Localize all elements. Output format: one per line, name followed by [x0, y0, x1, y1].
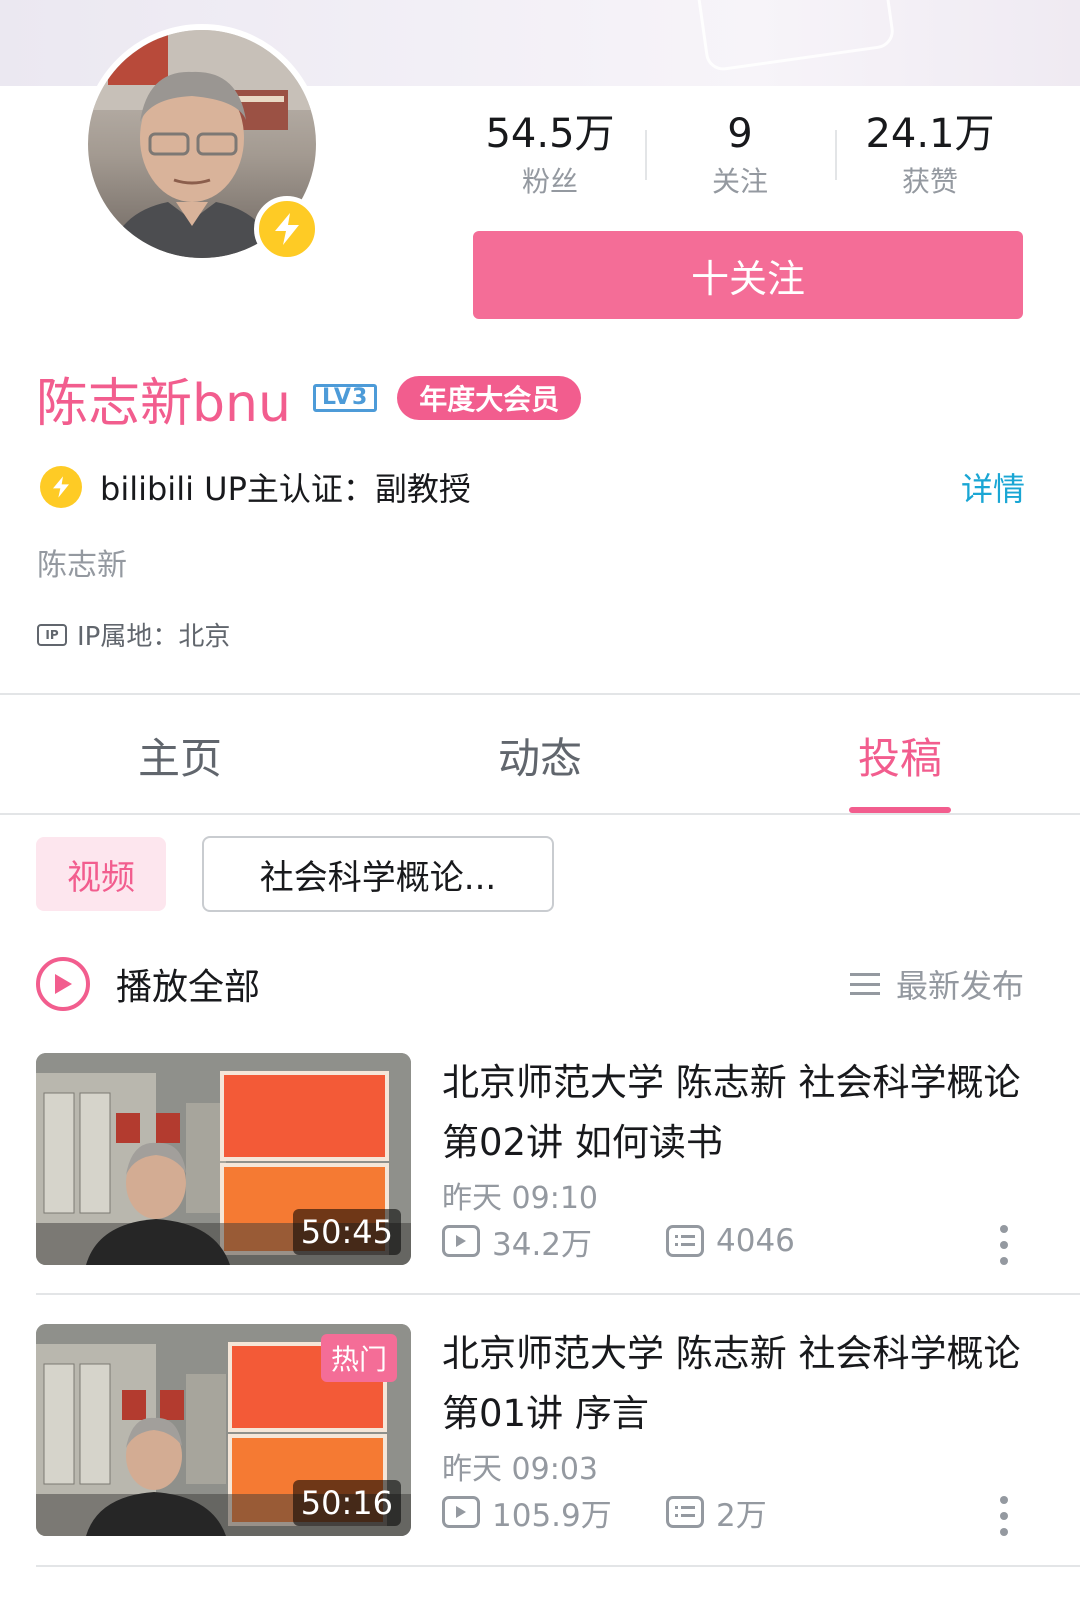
play-all-row: 播放全部 最新发布 [36, 952, 1024, 1016]
stat-label: 粉丝 [521, 165, 578, 198]
video-title[interactable]: 北京师范大学 陈志新 社会科学概论 第02讲 如何读书 [442, 1053, 1022, 1173]
hot-badge: 热门 [320, 1334, 397, 1382]
profile-stats: 54.5万 粉丝 9 关注 24.1万 获赞 [455, 108, 1025, 208]
danmaku-count: 2万 [666, 1490, 767, 1535]
more-options-icon[interactable] [996, 1225, 1012, 1265]
video-date: 昨天 09:03 [442, 1452, 598, 1487]
play-icon [55, 974, 72, 994]
play-all-button[interactable] [36, 957, 90, 1011]
profile-tabs: 主页 动态 投稿 [0, 697, 1080, 813]
ip-location-text: IP属地：北京 [77, 622, 231, 652]
video-item[interactable]: 热门 50:16 北京师范大学 陈志新 社会科学概论 第01讲 序言 昨天 09… [36, 1324, 1024, 1536]
tab-uploads[interactable]: 投稿 [720, 697, 1080, 813]
play-count-icon [442, 1225, 480, 1257]
play-count-value: 34.2万 [492, 1226, 593, 1263]
ip-location: IP IP属地：北京 [37, 616, 230, 653]
user-signature: 陈志新 [37, 548, 127, 583]
details-link[interactable]: 详情 [961, 464, 1025, 510]
play-count: 34.2万 [442, 1219, 666, 1264]
filter-chip-series[interactable]: 社会科学概论... [202, 836, 554, 912]
banner-decoration [693, 0, 897, 73]
video-duration: 50:16 [292, 1480, 401, 1526]
tab-home[interactable]: 主页 [0, 697, 360, 813]
follow-button[interactable]: 十关注 [473, 231, 1023, 319]
list-sort-icon [849, 973, 880, 995]
video-stats: 34.2万 4046 [442, 1219, 795, 1263]
verification-row: bilibili UP主认证：副教授 详情 [40, 462, 1025, 512]
danmaku-count: 4046 [666, 1223, 795, 1259]
stat-value: 24.1万 [865, 111, 995, 157]
video-duration: 50:45 [292, 1209, 401, 1255]
more-options-icon[interactable] [996, 1496, 1012, 1536]
danmaku-count-value: 4046 [716, 1223, 795, 1259]
play-all-label[interactable]: 播放全部 [116, 958, 260, 1010]
stat-following[interactable]: 9 关注 [645, 108, 835, 208]
verification-text: bilibili UP主认证：副教授 [100, 470, 471, 508]
stat-label: 关注 [711, 165, 768, 198]
video-item[interactable]: 50:45 北京师范大学 陈志新 社会科学概论 第02讲 如何读书 昨天 09:… [36, 1053, 1024, 1265]
name-row: 陈志新bnu LV3 年度大会员 [36, 362, 582, 434]
list-divider [36, 1293, 1080, 1295]
danmaku-icon [666, 1225, 704, 1257]
play-count: 105.9万 [442, 1490, 666, 1535]
video-thumbnail[interactable]: 50:45 [36, 1053, 411, 1265]
section-divider [0, 693, 1080, 695]
stat-value: 54.5万 [485, 111, 615, 157]
play-count-value: 105.9万 [492, 1497, 612, 1534]
video-stats: 105.9万 2万 [442, 1490, 767, 1534]
lightning-bolt-icon [40, 466, 82, 508]
play-count-icon [442, 1496, 480, 1528]
up-badge [254, 196, 320, 262]
user-name: 陈志新bnu [36, 373, 291, 434]
stat-value: 9 [727, 111, 753, 157]
video-thumbnail[interactable]: 热门 50:16 [36, 1324, 411, 1536]
danmaku-icon [666, 1496, 704, 1528]
level-badge: LV3 [312, 384, 378, 412]
vip-badge[interactable]: 年度大会员 [397, 376, 582, 420]
lightning-bolt-icon [275, 213, 299, 245]
list-divider [36, 1565, 1080, 1567]
stat-fans[interactable]: 54.5万 粉丝 [455, 108, 645, 208]
video-date: 昨天 09:10 [442, 1181, 598, 1216]
danmaku-count-value: 2万 [716, 1497, 767, 1534]
filter-chip-video[interactable]: 视频 [36, 837, 166, 911]
stat-label: 获赞 [901, 165, 958, 198]
tab-dynamic[interactable]: 动态 [360, 697, 720, 813]
avatar-container[interactable] [82, 24, 322, 264]
sort-label: 最新发布 [895, 967, 1024, 1005]
ip-icon: IP [37, 623, 67, 646]
video-title[interactable]: 北京师范大学 陈志新 社会科学概论 第01讲 序言 [442, 1324, 1022, 1444]
tabs-divider [0, 813, 1080, 815]
stat-likes[interactable]: 24.1万 获赞 [835, 108, 1025, 208]
sort-button[interactable]: 最新发布 [849, 961, 1024, 1007]
